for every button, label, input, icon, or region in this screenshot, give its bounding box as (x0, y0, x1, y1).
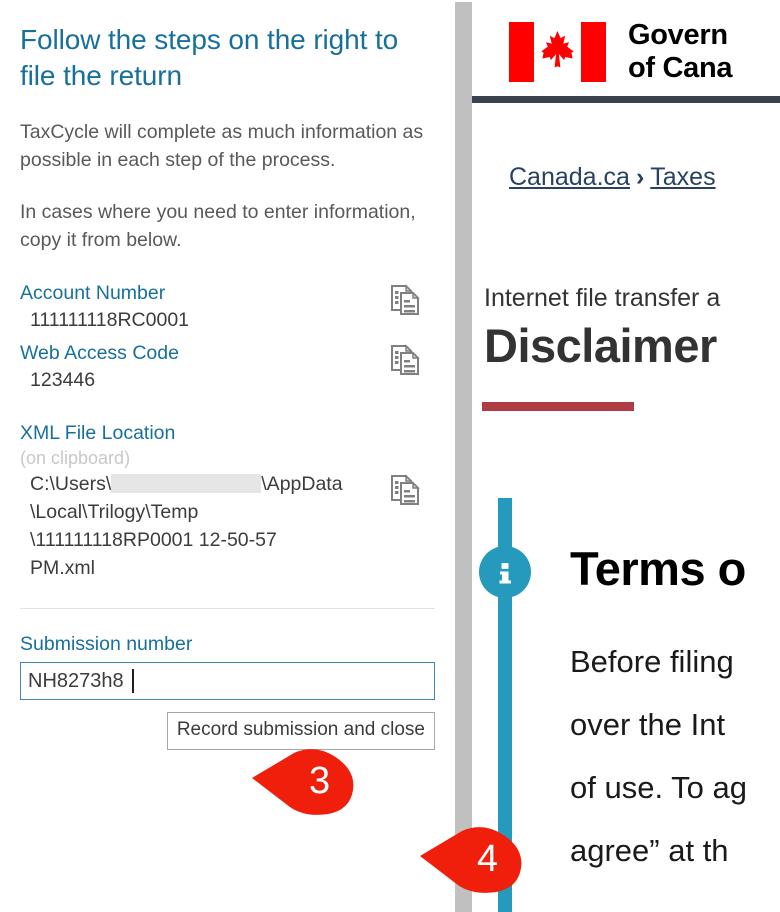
field-label-xml-file-location: XML File Location (20, 422, 176, 444)
xml-path-line-3: \111111118RP0001 12-50-57 (30, 529, 277, 551)
goc-wordmark-line-2: of Cana (628, 52, 733, 84)
breadcrumb: Canada.ca › Taxes (509, 160, 716, 194)
section-divider (20, 608, 435, 609)
record-button-row: Record submission and close (20, 712, 435, 750)
panel-divider-scrollbar[interactable] (455, 2, 472, 912)
title-underline-rule (482, 402, 634, 411)
terms-body-line-1: Before filing (570, 644, 734, 679)
text-caret (132, 669, 134, 693)
redacted-username (111, 474, 262, 493)
submission-number-group: Submission number Record submission and … (20, 631, 435, 750)
terms-of-use-body: Before filing over the Int of use. To ag… (570, 630, 747, 882)
info-circle-icon (479, 546, 531, 598)
taxcycle-helper-panel: Follow the steps on the right to file th… (0, 0, 455, 912)
xml-path-line-4: PM.xml (30, 557, 95, 579)
canada-ca-page: Govern of Cana Canada.ca › Taxes Internet f… (472, 0, 780, 912)
terms-body-line-3: of use. To ag (570, 770, 747, 805)
submission-number-label: Submission number (20, 633, 193, 655)
xml-path-suffix: \AppData (261, 473, 343, 495)
submission-number-input[interactable] (20, 662, 435, 700)
xml-path-line-2: \Local\Trilogy\Temp (30, 501, 199, 523)
field-web-access-code: Web Access Code 123446 (20, 340, 435, 394)
terms-body-line-4: agree” at th (570, 833, 729, 868)
goc-wordmark-line-1: Govern (628, 19, 728, 51)
xml-path-prefix: C:\Users\ (30, 473, 112, 495)
copy-icon[interactable] (389, 282, 425, 318)
canada-flag-icon (509, 22, 606, 82)
field-label-account-number: Account Number (20, 282, 166, 304)
intro-paragraph-2: In cases where you need to enter informa… (20, 201, 416, 251)
field-account-number: Account Number 111111118RC0001 (20, 280, 435, 334)
submission-input-wrapper (20, 657, 435, 700)
field-label-web-access-code: Web Access Code (20, 342, 179, 364)
breadcrumb-item-canada-ca[interactable]: Canada.ca (509, 163, 630, 191)
terms-of-use-heading: Terms o (570, 542, 746, 595)
chevron-right-icon: › (635, 163, 645, 191)
government-of-canada-header: Govern of Cana (472, 0, 780, 103)
page-kicker: Internet file transfer a (484, 284, 721, 312)
field-xml-file-location: XML File Location (on clipboard) C:\User… (20, 420, 435, 582)
goc-brand[interactable]: Govern of Cana (509, 19, 733, 85)
record-submission-button[interactable]: Record submission and close (166, 712, 435, 750)
field-value-xml-file-location: C:\Users\ \AppData \Local\Trilogy\Temp \1… (20, 470, 435, 582)
terms-body-line-2: over the Int (570, 707, 726, 742)
copy-icon[interactable] (389, 342, 425, 378)
app-root: Follow the steps on the right to file th… (0, 0, 780, 912)
field-value-web-access-code: 123446 (30, 369, 96, 391)
breadcrumb-item-taxes[interactable]: Taxes (650, 163, 715, 191)
intro-paragraph-1: TaxCycle will complete as much informati… (20, 121, 424, 171)
field-sublabel-on-clipboard: (on clipboard) (20, 448, 131, 468)
page-title: Follow the steps on the right to file th… (20, 24, 399, 91)
goc-wordmark: Govern of Cana (628, 19, 733, 85)
field-value-account-number: 111111118RC0001 (30, 309, 190, 331)
copy-icon[interactable] (389, 472, 425, 508)
disclaimer-page-title: Disclaimer (484, 319, 717, 372)
